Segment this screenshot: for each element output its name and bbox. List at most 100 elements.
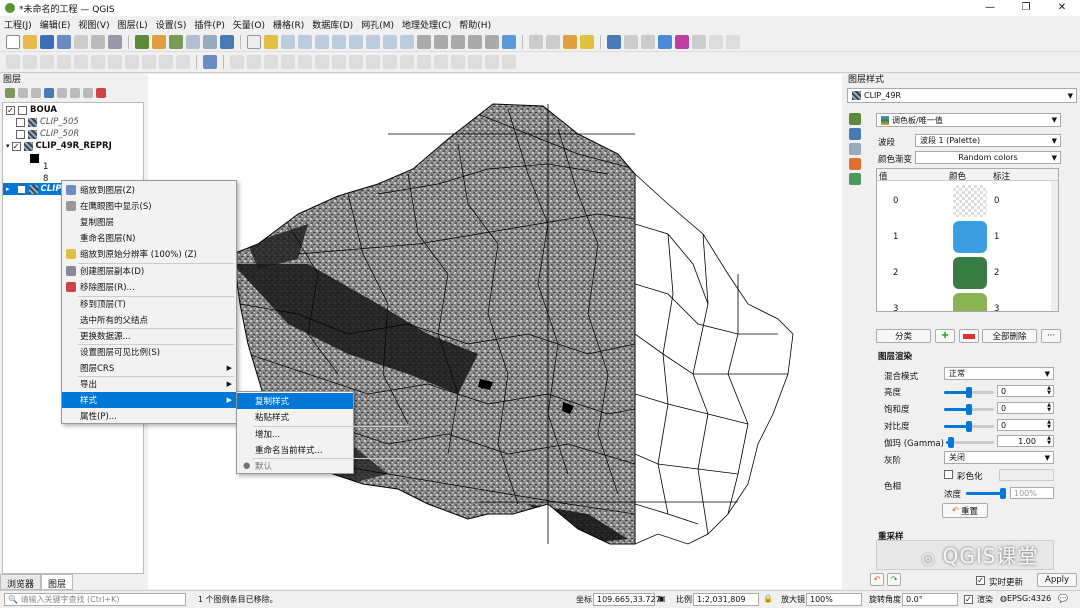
reshape-icon[interactable] — [383, 55, 397, 69]
statistics-sigma-icon[interactable] — [675, 34, 689, 49]
add-mesh-icon[interactable] — [203, 34, 217, 49]
color-swatch[interactable] — [953, 185, 987, 217]
menu-help[interactable]: 帮助(H) — [459, 18, 491, 31]
renderer-selector[interactable]: 调色板/唯一值 ▼ — [876, 113, 1061, 127]
layer-item-clip-50r[interactable]: CLIP_50R — [16, 128, 79, 140]
apply-button[interactable]: Apply — [1037, 573, 1077, 587]
toolbox-icon[interactable] — [658, 34, 672, 49]
map-tips-icon[interactable] — [709, 34, 723, 49]
split-parts-icon[interactable] — [434, 55, 448, 69]
layer-visibility-checkbox[interactable]: ✓ — [11, 141, 21, 151]
delete-part-icon[interactable] — [366, 55, 380, 69]
advanced-digitize-icon[interactable] — [247, 55, 261, 69]
menu-rename-layer[interactable]: 重命名图层(N) — [62, 230, 236, 246]
magnifier-field[interactable]: 100% — [806, 593, 862, 606]
menu-duplicate-layer[interactable]: 复制图层 — [62, 214, 236, 230]
delete-selected-icon[interactable] — [91, 55, 105, 69]
menu-settings[interactable]: 设置(S) — [156, 18, 187, 31]
add-part-icon[interactable] — [315, 55, 329, 69]
gamma-spinbox[interactable]: 1.00 ▲ ▼ — [997, 435, 1054, 447]
color-ramp-selector[interactable]: Random colors ▼ — [915, 151, 1061, 164]
toggle-editing-icon[interactable] — [23, 55, 37, 69]
layer-item-clip-505[interactable]: CLIP_505 — [16, 116, 79, 128]
select-by-value-icon[interactable] — [563, 34, 577, 49]
strength-spinbox[interactable]: 100% — [1010, 487, 1054, 499]
menu-raster[interactable]: 栅格(R) — [273, 18, 304, 31]
collapse-arrow-icon[interactable]: ▾ — [6, 142, 10, 150]
field-calculator-icon[interactable] — [641, 34, 655, 49]
maximize-button[interactable]: ❐ — [1008, 0, 1044, 16]
save-edits-icon[interactable] — [40, 55, 54, 69]
add-group-icon[interactable] — [18, 88, 28, 98]
band-selector[interactable]: 波段 1 (Palette) ▼ — [915, 134, 1061, 147]
menu-export[interactable]: 导出 ▶ — [62, 376, 236, 392]
menu-move-to-top[interactable]: 移到顶层(T) — [62, 296, 236, 312]
simplify-feature-icon[interactable] — [281, 55, 295, 69]
menu-view[interactable]: 视图(V) — [78, 18, 109, 31]
vertex-tool-icon[interactable] — [74, 55, 88, 69]
table-row[interactable]: 3 3 — [877, 290, 1058, 311]
fill-ring-icon[interactable] — [332, 55, 346, 69]
tab-layers[interactable]: 图层 — [41, 574, 74, 590]
gamma-slider[interactable] — [946, 437, 994, 448]
zoom-in-icon[interactable] — [281, 34, 295, 49]
add-value-button[interactable]: ✚ — [935, 329, 955, 343]
table-row[interactable]: 0 0 — [877, 182, 1058, 218]
colorize-color-button[interactable] — [999, 469, 1054, 481]
render-checkbox[interactable]: ✓ — [964, 595, 973, 604]
tab-browser[interactable]: 浏览器 — [0, 574, 42, 590]
add-ring-icon[interactable] — [298, 55, 312, 69]
contrast-spinbox[interactable]: 0 ▲ ▼ — [997, 419, 1054, 431]
menu-processing[interactable]: 地理处理(C) — [402, 18, 451, 31]
strength-slider[interactable] — [966, 488, 1006, 499]
zoom-native-icon[interactable] — [366, 34, 380, 49]
reset-button[interactable]: ↶ 重置 — [942, 503, 988, 518]
delete-all-button[interactable]: 全部删除 — [982, 329, 1037, 343]
merge-features-icon[interactable] — [451, 55, 465, 69]
paste-features-icon[interactable] — [142, 55, 156, 69]
zoom-next-icon[interactable] — [400, 34, 414, 49]
copy-features-icon[interactable] — [125, 55, 139, 69]
spatial-bookmark-icon[interactable] — [451, 34, 465, 49]
saturation-spinbox[interactable]: 0 ▲ ▼ — [997, 402, 1054, 414]
saturation-slider[interactable] — [944, 404, 994, 415]
menu-database[interactable]: 数据库(D) — [312, 18, 353, 31]
rotate-point-icon[interactable] — [485, 55, 499, 69]
row-label[interactable]: 0 — [994, 196, 999, 206]
minimize-button[interactable]: — — [972, 0, 1008, 16]
map-canvas[interactable] — [148, 74, 842, 589]
live-update-checkbox[interactable]: ✓ — [976, 576, 985, 585]
style-manager-icon[interactable] — [108, 34, 122, 49]
filter-expression-icon[interactable] — [57, 88, 67, 98]
current-edits-icon[interactable] — [6, 55, 20, 69]
new-layer-icon[interactable] — [152, 34, 166, 49]
expand-arrow-icon[interactable]: ▸ — [6, 185, 10, 193]
menu-create-layer-copy[interactable]: 创建图层副本(D) — [62, 263, 236, 279]
menu-show-in-overview[interactable]: 在鹰眼图中显示(S) — [62, 198, 236, 214]
menu-plugins[interactable]: 插件(P) — [194, 18, 224, 31]
expand-all-icon[interactable] — [70, 88, 80, 98]
delete-ring-icon[interactable] — [349, 55, 363, 69]
menu-select-parents[interactable]: 选中所有的父结点 — [62, 312, 236, 328]
coordinate-field[interactable]: 109.665,33.727 — [593, 593, 661, 606]
rotate-feature-icon[interactable] — [264, 55, 278, 69]
table-row[interactable]: 2 2 — [877, 254, 1058, 290]
save-as-icon[interactable] — [57, 34, 71, 49]
grayscale-select[interactable]: 关闭 ▼ — [944, 451, 1054, 464]
add-raster-icon[interactable] — [186, 34, 200, 49]
show-bookmarks-icon[interactable] — [468, 34, 482, 49]
pan-icon[interactable] — [247, 34, 261, 49]
cut-features-icon[interactable] — [108, 55, 122, 69]
remove-layer-icon[interactable] — [96, 88, 106, 98]
layer-item-boua[interactable]: ✓ BOUA — [6, 104, 57, 116]
menu-zoom-to-layer[interactable]: 缩放到图层(Z) — [62, 182, 236, 198]
deselect-icon[interactable] — [580, 34, 594, 49]
menu-zoom-native[interactable]: 缩放到原始分辨率 (100%) (Z) — [62, 246, 236, 262]
menu-mesh[interactable]: 网孔(M) — [361, 18, 394, 31]
messages-icon[interactable]: 💬 — [1058, 594, 1068, 603]
open-attribute-table-icon[interactable] — [624, 34, 638, 49]
contrast-slider[interactable] — [944, 421, 994, 432]
lock-scale-icon[interactable]: 🔒 — [763, 594, 773, 603]
color-swatch[interactable] — [953, 293, 987, 311]
annotation-icon[interactable] — [726, 34, 740, 49]
